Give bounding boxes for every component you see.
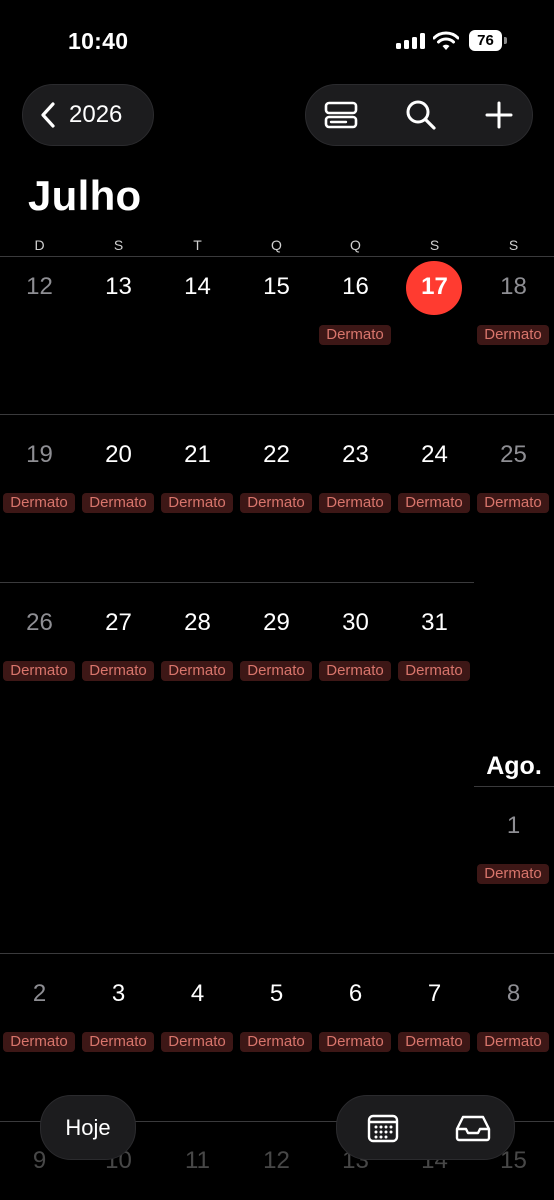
inbox-button[interactable] — [429, 1096, 517, 1159]
day-cell[interactable]: 6 — [316, 980, 395, 1008]
event-chip[interactable]: Dermato — [161, 661, 233, 681]
weekday-label: Q — [350, 237, 361, 253]
day-cell[interactable]: 28 — [158, 609, 237, 637]
weekday-label: S — [113, 237, 124, 253]
battery-level: 76 — [469, 30, 502, 51]
event-chip[interactable]: Dermato — [240, 1032, 312, 1052]
event-chip[interactable]: Dermato — [398, 493, 470, 513]
weekday-label: S — [508, 237, 519, 253]
divider — [0, 414, 554, 415]
event-chip[interactable]: Dermato — [3, 1032, 75, 1052]
day-cell-today[interactable]: 17 — [395, 273, 474, 301]
add-event-button[interactable] — [464, 85, 534, 145]
day-cell[interactable]: 1 — [474, 812, 553, 840]
day-cell[interactable]: 22 — [237, 441, 316, 469]
day-cell[interactable]: 11 — [158, 1147, 237, 1175]
divider — [0, 256, 554, 257]
event-chip[interactable]: Dermato — [477, 325, 549, 345]
list-view-icon — [324, 101, 358, 129]
day-cell[interactable]: 18 — [474, 273, 553, 301]
next-month-label: Ago. — [486, 752, 542, 780]
day-cell[interactable]: 14 — [158, 273, 237, 301]
year-label: 2026 — [69, 101, 123, 128]
calendars-button[interactable] — [339, 1096, 427, 1159]
day-cell[interactable]: 23 — [316, 441, 395, 469]
day-cell[interactable]: 12 — [0, 273, 79, 301]
weekday-label: Q — [271, 237, 282, 253]
day-cell[interactable]: 29 — [237, 609, 316, 637]
day-cell[interactable]: 31 — [395, 609, 474, 637]
toolbar — [305, 84, 533, 146]
weekday-label: S — [429, 237, 440, 253]
day-cell[interactable]: 12 — [237, 1147, 316, 1175]
event-chip[interactable]: Dermato — [240, 493, 312, 513]
day-cell[interactable]: 16 — [316, 273, 395, 301]
calendar-grid-icon — [367, 1114, 399, 1142]
weekday-label: T — [193, 237, 202, 253]
event-chip[interactable]: Dermato — [477, 1032, 549, 1052]
event-chip[interactable]: Dermato — [3, 493, 75, 513]
day-cell[interactable]: 24 — [395, 441, 474, 469]
plus-icon — [485, 101, 513, 129]
wifi-icon — [433, 31, 459, 50]
event-chip[interactable]: Dermato — [161, 493, 233, 513]
event-chip[interactable]: Dermato — [398, 1032, 470, 1052]
day-cell[interactable]: 7 — [395, 980, 474, 1008]
day-cell[interactable]: 8 — [474, 980, 553, 1008]
day-cell[interactable]: 30 — [316, 609, 395, 637]
list-view-button[interactable] — [306, 85, 376, 145]
event-chip[interactable]: Dermato — [319, 1032, 391, 1052]
event-chip[interactable]: Dermato — [319, 661, 391, 681]
day-cell[interactable]: 27 — [79, 609, 158, 637]
day-cell[interactable]: 15 — [237, 273, 316, 301]
month-title: Julho — [28, 172, 142, 219]
event-chip[interactable]: Dermato — [3, 661, 75, 681]
divider — [0, 582, 474, 583]
day-cell[interactable]: 25 — [474, 441, 553, 469]
bottom-toolbar — [336, 1095, 515, 1160]
event-chip[interactable]: Dermato — [477, 864, 549, 884]
today-button-label: Hoje — [65, 1114, 111, 1140]
search-button[interactable] — [386, 85, 456, 145]
day-cell[interactable]: 26 — [0, 609, 79, 637]
divider — [474, 786, 554, 787]
search-icon — [406, 100, 436, 130]
day-cell[interactable]: 4 — [158, 980, 237, 1008]
event-chip[interactable]: Dermato — [82, 1032, 154, 1052]
today-button[interactable]: Hoje — [40, 1095, 136, 1160]
divider — [0, 953, 554, 954]
event-chip[interactable]: Dermato — [398, 661, 470, 681]
day-cell[interactable]: 5 — [237, 980, 316, 1008]
weekday-label: D — [34, 237, 45, 253]
event-chip[interactable]: Dermato — [319, 325, 391, 345]
event-chip[interactable]: Dermato — [240, 661, 312, 681]
inbox-tray-icon — [455, 1115, 491, 1141]
day-cell[interactable]: 13 — [79, 273, 158, 301]
chevron-left-icon — [41, 102, 55, 128]
day-cell[interactable]: 20 — [79, 441, 158, 469]
day-cell[interactable]: 19 — [0, 441, 79, 469]
day-cell[interactable]: 2 — [0, 980, 79, 1008]
battery-icon: 76 — [469, 30, 507, 52]
event-chip[interactable]: Dermato — [161, 1032, 233, 1052]
status-time: 10:40 — [68, 28, 129, 54]
event-chip[interactable]: Dermato — [82, 493, 154, 513]
back-to-year-button[interactable]: 2026 — [22, 84, 154, 146]
event-chip[interactable]: Dermato — [82, 661, 154, 681]
event-chip[interactable]: Dermato — [319, 493, 391, 513]
day-cell[interactable]: 21 — [158, 441, 237, 469]
event-chip[interactable]: Dermato — [477, 493, 549, 513]
cellular-signal-icon — [396, 33, 426, 49]
day-cell[interactable]: 3 — [79, 980, 158, 1008]
